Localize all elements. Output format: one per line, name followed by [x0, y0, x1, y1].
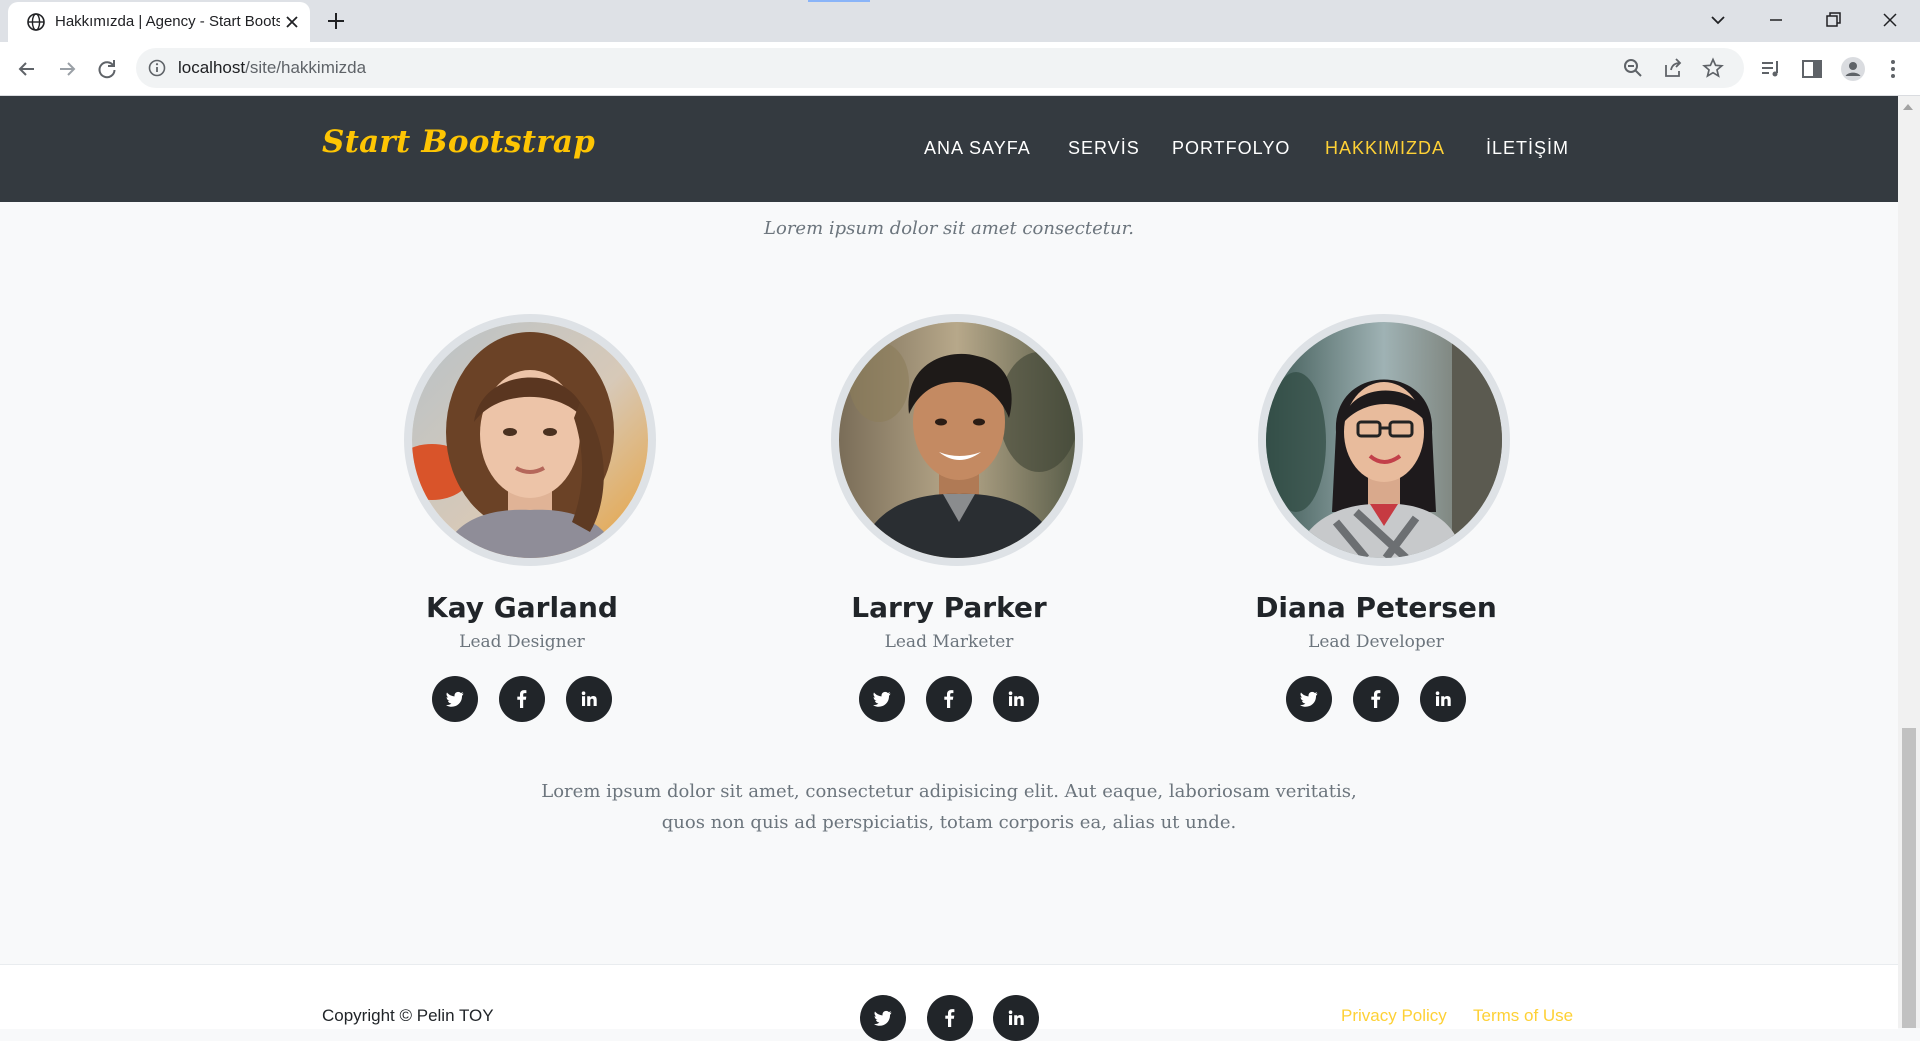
scrollbar-thumb[interactable]: [1902, 728, 1916, 1028]
browser-toolbar: localhost/site/hakkimizda: [0, 42, 1920, 96]
nav-link-portfolyo[interactable]: PORTFOLYO: [1172, 138, 1290, 159]
facebook-button[interactable]: [1353, 676, 1399, 722]
linkedin-button[interactable]: [1420, 676, 1466, 722]
team-member-photo: [1258, 314, 1510, 566]
team-member-name: Diana Petersen: [1255, 591, 1497, 624]
twitter-icon: [446, 691, 464, 707]
reload-icon[interactable]: [94, 56, 120, 82]
team-member-name: Larry Parker: [851, 591, 1047, 624]
window-close-icon[interactable]: [1878, 8, 1902, 32]
twitter-button[interactable]: [859, 676, 905, 722]
copyright-text: Copyright © Pelin TOY: [322, 1006, 494, 1025]
footer-linkedin-button[interactable]: [993, 995, 1039, 1041]
nav-link-iletisim[interactable]: İLETİŞİM: [1486, 138, 1569, 159]
brand-logo[interactable]: Start Bootstrap: [322, 124, 595, 160]
team-member-photo: [404, 314, 656, 566]
terms-of-use-link[interactable]: Terms of Use: [1473, 1006, 1573, 1026]
team-member-role: Lead Developer: [1308, 632, 1444, 652]
browser-tab[interactable]: Hakkımızda | Agency - Start Bootstrap: [8, 2, 310, 42]
back-icon[interactable]: [14, 56, 40, 82]
facebook-button[interactable]: [926, 676, 972, 722]
forward-icon[interactable]: [54, 56, 80, 82]
zoom-icon[interactable]: [1622, 57, 1644, 79]
facebook-icon: [517, 690, 527, 708]
facebook-icon: [945, 1009, 955, 1027]
site-info-icon[interactable]: [148, 59, 166, 77]
site-footer: Copyright © Pelin TOY Privacy Policy Ter…: [0, 964, 1898, 1041]
close-icon[interactable]: [284, 14, 300, 30]
tab-title: Hakkımızda | Agency - Start Bootstrap: [55, 13, 280, 30]
twitter-icon: [873, 691, 891, 707]
side-panel-icon[interactable]: [1799, 56, 1825, 82]
facebook-icon: [944, 690, 954, 708]
team-member-role: Lead Designer: [459, 632, 585, 652]
linkedin-icon: [1008, 691, 1024, 706]
team-member-photo: [831, 314, 1083, 566]
facebook-button[interactable]: [499, 676, 545, 722]
twitter-icon: [1300, 691, 1318, 707]
reading-list-icon[interactable]: [1758, 56, 1784, 82]
tab-search-icon[interactable]: [1706, 8, 1730, 32]
minimize-icon[interactable]: [1764, 8, 1788, 32]
restore-icon[interactable]: [1821, 8, 1845, 32]
twitter-button[interactable]: [432, 676, 478, 722]
nav-link-hakkimizda[interactable]: HAKKIMIZDA: [1325, 138, 1445, 159]
footer-facebook-button[interactable]: [927, 995, 973, 1041]
profile-avatar-icon[interactable]: [1840, 56, 1866, 82]
section-subheading: Lorem ipsum dolor sit amet consectetur.: [764, 218, 1134, 239]
url-path: /site/hakkimizda: [245, 58, 367, 77]
team-lead-text: Lorem ipsum dolor sit amet, consectetur …: [541, 781, 1357, 833]
team-member-role: Lead Marketer: [884, 632, 1014, 652]
linkedin-icon: [1008, 1010, 1024, 1025]
nav-link-servis[interactable]: SERVİS: [1068, 138, 1140, 159]
new-tab-icon[interactable]: [325, 10, 347, 32]
privacy-policy-link[interactable]: Privacy Policy: [1341, 1006, 1447, 1026]
menu-dots-icon[interactable]: [1880, 56, 1906, 82]
tab-strip-indicator: [808, 0, 870, 2]
twitter-button[interactable]: [1286, 676, 1332, 722]
linkedin-icon: [1435, 691, 1451, 706]
bookmark-star-icon[interactable]: [1702, 57, 1724, 79]
twitter-icon: [874, 1010, 892, 1026]
nav-link-ana-sayfa[interactable]: ANA SAYFA: [924, 138, 1031, 159]
linkedin-button[interactable]: [993, 676, 1039, 722]
linkedin-button[interactable]: [566, 676, 612, 722]
linkedin-icon: [581, 691, 597, 706]
site-navbar: Start Bootstrap ANA SAYFA SERVİS PORTFOL…: [0, 96, 1898, 202]
address-bar[interactable]: localhost/site/hakkimizda: [136, 48, 1744, 88]
globe-icon: [27, 13, 45, 31]
url-text[interactable]: localhost/site/hakkimizda: [178, 58, 366, 78]
footer-twitter-button[interactable]: [860, 995, 906, 1041]
share-icon[interactable]: [1662, 57, 1684, 79]
page-scrollbar[interactable]: [1898, 96, 1920, 1028]
url-host: localhost: [178, 58, 246, 77]
team-member-name: Kay Garland: [426, 591, 618, 624]
scroll-up-arrow-icon[interactable]: [1903, 104, 1913, 110]
facebook-icon: [1371, 690, 1381, 708]
browser-tab-strip: Hakkımızda | Agency - Start Bootstrap: [0, 0, 1920, 42]
